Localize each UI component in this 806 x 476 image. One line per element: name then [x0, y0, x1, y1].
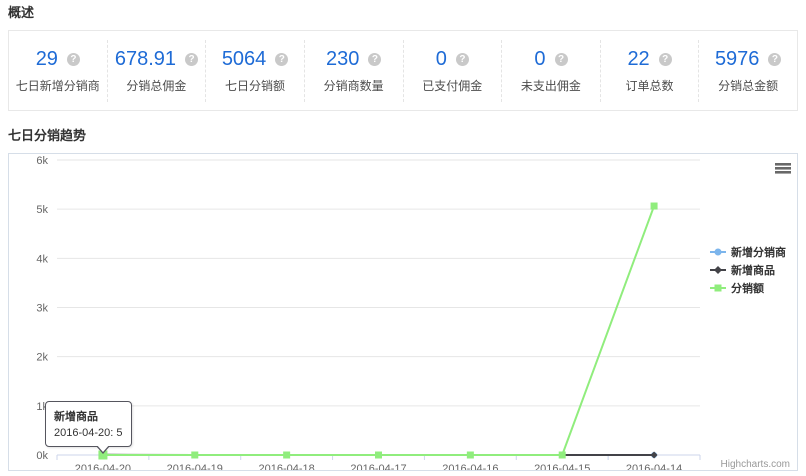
stat-value: 5064	[222, 48, 267, 70]
marker-sales-amount	[375, 452, 382, 459]
stats-panel: 29 ? 七日新增分销商 678.91 ? 分销总佣金 5064 ? 七日分销额…	[8, 30, 798, 111]
stat-card-distributor-count: 230 ? 分销商数量	[304, 40, 403, 102]
highcharts-credit-link[interactable]: Highcharts.com	[721, 459, 790, 470]
x-axis-label: 2016-04-14	[626, 463, 682, 470]
marker-sales-amount	[467, 452, 474, 459]
menu-bar	[775, 163, 791, 166]
stat-label: 分销总佣金	[108, 79, 206, 93]
chart-tooltip: 新增商品 2016-04-20: 5	[45, 401, 132, 447]
help-icon[interactable]: ?	[368, 53, 381, 66]
help-icon[interactable]: ?	[67, 53, 80, 66]
stat-value: 0	[534, 48, 545, 70]
chart-context-menu-icon[interactable]	[775, 163, 791, 177]
legend-marker	[715, 249, 722, 256]
stat-card-paid-commission: 0 ? 已支付佣金	[403, 40, 502, 102]
stat-label: 分销商数量	[305, 79, 403, 93]
help-icon[interactable]: ?	[275, 53, 288, 66]
tooltip-series-name: 新增商品	[54, 408, 123, 424]
x-axis-label: 2016-04-19	[167, 463, 223, 470]
stat-value: 0	[436, 48, 447, 70]
series-line-sales-amount	[103, 206, 654, 455]
y-axis-label: 6k	[36, 155, 48, 167]
trend-title: 七日分销趋势	[8, 128, 798, 143]
legend-label: 新增商品	[731, 263, 775, 277]
legend-item-sales-amount[interactable]: 分销额	[710, 281, 764, 295]
menu-bar	[775, 171, 791, 174]
stat-card-sales-7d: 5064 ? 七日分销额	[205, 40, 304, 102]
chart-panel: 0k1k2k3k4k5k6k2016-04-202016-04-192016-0…	[8, 153, 798, 471]
marker-sales-amount	[191, 452, 198, 459]
help-icon[interactable]: ?	[768, 53, 781, 66]
y-axis-label: 5k	[36, 204, 48, 216]
stat-label: 未支出佣金	[502, 79, 600, 93]
stat-label: 分销总金额	[699, 79, 797, 93]
overview-title: 概述	[8, 5, 798, 20]
dashboard: 概述 29 ? 七日新增分销商 678.91 ? 分销总佣金 5064 ? 七日…	[0, 0, 806, 471]
stat-value: 22	[627, 48, 649, 70]
tooltip-value: 2016-04-20: 5	[54, 427, 123, 439]
y-axis-label: 0k	[36, 450, 48, 462]
stat-value: 5976	[715, 48, 760, 70]
x-axis-label: 2016-04-15	[534, 463, 590, 470]
stat-label: 七日新增分销商	[9, 79, 107, 93]
stat-card-unpaid-commission: 0 ? 未支出佣金	[501, 40, 600, 102]
marker-new-products	[651, 452, 658, 459]
help-icon[interactable]: ?	[456, 53, 469, 66]
stat-card-total-sales-amount: 5976 ? 分销总金额	[698, 40, 797, 102]
y-axis-label: 3k	[36, 303, 48, 315]
menu-bar	[775, 167, 791, 170]
legend-marker	[715, 285, 722, 292]
stat-value: 230	[326, 48, 359, 70]
stat-card-new-distributors-7d: 29 ? 七日新增分销商	[9, 40, 107, 102]
marker-sales-amount	[651, 203, 658, 210]
x-axis-label: 2016-04-20	[75, 463, 131, 470]
stat-card-order-total: 22 ? 订单总数	[600, 40, 699, 102]
x-axis-label: 2016-04-18	[259, 463, 315, 470]
y-axis-label: 4k	[36, 253, 48, 265]
help-icon[interactable]: ?	[555, 53, 568, 66]
help-icon[interactable]: ?	[185, 53, 198, 66]
marker-sales-amount	[559, 452, 566, 459]
stat-label: 已支付佣金	[404, 79, 502, 93]
legend-label: 新增分销商	[731, 245, 786, 259]
tooltip-arrow	[96, 444, 110, 452]
legend-marker	[714, 266, 722, 274]
legend-item-new-products[interactable]: 新增商品	[710, 263, 775, 277]
legend-label: 分销额	[731, 281, 764, 295]
x-axis-label: 2016-04-17	[350, 463, 406, 470]
marker-sales-amount	[283, 452, 290, 459]
stat-label: 七日分销额	[206, 79, 304, 93]
stat-value: 29	[36, 48, 58, 70]
stat-value: 678.91	[115, 48, 176, 70]
stat-label: 订单总数	[601, 79, 699, 93]
y-axis-label: 2k	[36, 352, 48, 364]
stat-card-total-commission: 678.91 ? 分销总佣金	[107, 40, 206, 102]
help-icon[interactable]: ?	[659, 53, 672, 66]
legend-item-new-distributors[interactable]: 新增分销商	[710, 245, 786, 259]
x-axis-label: 2016-04-16	[442, 463, 498, 470]
